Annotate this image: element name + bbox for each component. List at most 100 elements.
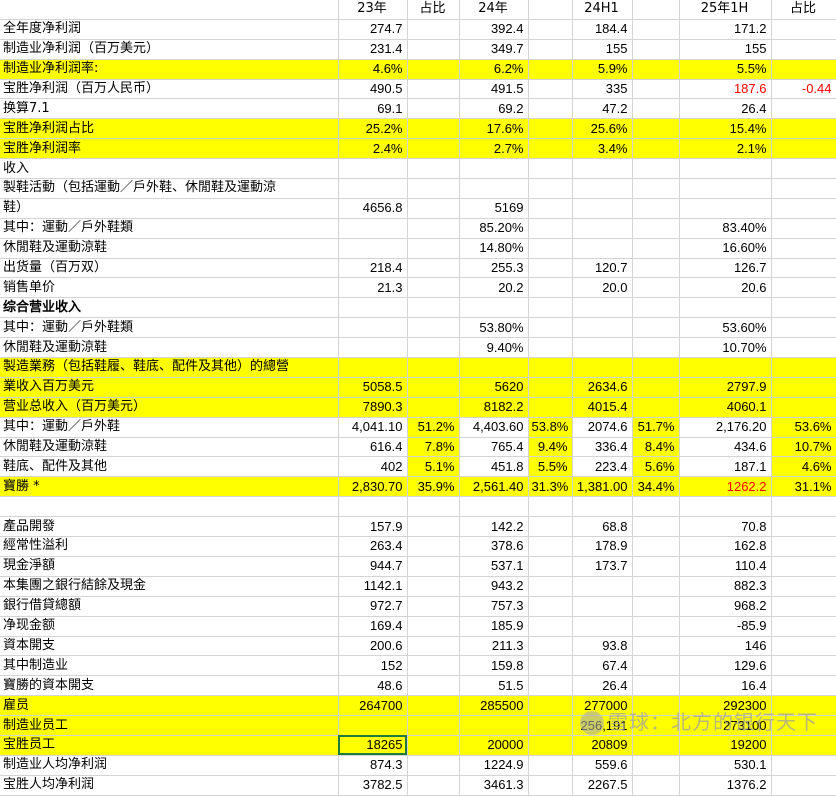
- data-cell[interactable]: [338, 337, 408, 359]
- data-cell[interactable]: 616.4: [338, 437, 408, 458]
- row-label-cell[interactable]: 换算7.1: [0, 98, 339, 120]
- row-label-cell[interactable]: 制造业人均净利润: [0, 755, 339, 776]
- data-cell[interactable]: 757.3: [459, 596, 529, 617]
- data-cell[interactable]: 53.60%: [679, 317, 772, 339]
- header-cell[interactable]: 24H1: [572, 0, 633, 20]
- data-cell[interactable]: 2,830.70: [338, 476, 408, 498]
- data-cell[interactable]: 4656.8: [338, 198, 408, 219]
- data-cell[interactable]: [407, 556, 460, 577]
- data-cell[interactable]: 173.7: [572, 556, 633, 577]
- data-cell[interactable]: [407, 775, 460, 796]
- data-cell[interactable]: 264700: [338, 695, 408, 717]
- data-cell[interactable]: -0.44: [771, 79, 836, 100]
- data-cell[interactable]: [632, 138, 680, 160]
- data-cell[interactable]: [632, 277, 680, 299]
- row-label-cell[interactable]: 本集團之銀行結餘及現金: [0, 576, 339, 597]
- data-cell[interactable]: [407, 317, 460, 339]
- data-cell[interactable]: 20000: [459, 735, 529, 756]
- data-cell[interactable]: [407, 118, 460, 140]
- data-cell[interactable]: [771, 397, 836, 418]
- data-cell[interactable]: [572, 576, 633, 597]
- data-cell[interactable]: 2,561.40: [459, 476, 529, 498]
- data-cell[interactable]: 169.4: [338, 616, 408, 637]
- data-cell[interactable]: 255.3: [459, 258, 529, 279]
- data-cell[interactable]: 20.6: [679, 277, 772, 299]
- data-cell[interactable]: 274.7: [338, 19, 408, 40]
- data-cell[interactable]: 9.4%: [528, 437, 573, 458]
- data-cell[interactable]: [338, 178, 408, 199]
- data-cell[interactable]: [407, 675, 460, 697]
- data-cell[interactable]: 2.7%: [459, 138, 529, 160]
- data-cell[interactable]: [528, 118, 573, 140]
- data-cell[interactable]: 146: [679, 636, 772, 657]
- data-cell[interactable]: [407, 178, 460, 199]
- data-cell[interactable]: 142.2: [459, 516, 529, 538]
- data-cell[interactable]: [632, 297, 680, 319]
- data-cell[interactable]: [632, 516, 680, 538]
- data-cell[interactable]: [528, 496, 573, 518]
- data-cell[interactable]: [632, 317, 680, 339]
- data-cell[interactable]: [528, 616, 573, 637]
- data-cell[interactable]: 392.4: [459, 19, 529, 40]
- data-cell[interactable]: 67.4: [572, 655, 633, 677]
- row-label-cell[interactable]: 資本開支: [0, 636, 339, 657]
- data-cell[interactable]: [459, 496, 529, 518]
- data-cell[interactable]: [459, 178, 529, 199]
- data-cell[interactable]: 110.4: [679, 556, 772, 577]
- data-cell[interactable]: 31.3%: [528, 476, 573, 498]
- data-cell[interactable]: 7890.3: [338, 397, 408, 418]
- data-cell[interactable]: 31.1%: [771, 476, 836, 498]
- data-cell[interactable]: [338, 496, 408, 518]
- data-cell[interactable]: [338, 317, 408, 339]
- data-cell[interactable]: [632, 178, 680, 199]
- data-cell[interactable]: [771, 337, 836, 359]
- data-cell[interactable]: 335: [572, 79, 633, 100]
- data-cell[interactable]: [771, 138, 836, 160]
- row-label-cell[interactable]: 其中：運動／戶外鞋類: [0, 218, 339, 239]
- data-cell[interactable]: 5.6%: [632, 456, 680, 478]
- header-cell[interactable]: [528, 0, 573, 20]
- data-cell[interactable]: 336.4: [572, 437, 633, 458]
- data-cell[interactable]: 4,403.60: [459, 417, 529, 438]
- data-cell[interactable]: [528, 178, 573, 199]
- data-cell[interactable]: 10.7%: [771, 437, 836, 458]
- data-cell[interactable]: [407, 636, 460, 657]
- data-cell[interactable]: [632, 158, 680, 180]
- data-cell[interactable]: [528, 755, 573, 776]
- data-cell[interactable]: 15.4%: [679, 118, 772, 140]
- data-cell[interactable]: [528, 715, 573, 736]
- data-cell[interactable]: 25.2%: [338, 118, 408, 140]
- data-cell[interactable]: [407, 496, 460, 518]
- data-cell[interactable]: 93.8: [572, 636, 633, 657]
- data-cell[interactable]: 16.4: [679, 675, 772, 697]
- data-cell[interactable]: 157.9: [338, 516, 408, 538]
- data-cell[interactable]: [528, 596, 573, 617]
- data-cell[interactable]: 1224.9: [459, 755, 529, 776]
- data-cell[interactable]: [632, 536, 680, 557]
- row-label-cell[interactable]: 銀行借貸總額: [0, 596, 339, 617]
- data-cell[interactable]: 83.40%: [679, 218, 772, 239]
- data-cell[interactable]: 2.4%: [338, 138, 408, 160]
- data-cell[interactable]: [459, 158, 529, 180]
- data-cell[interactable]: [679, 357, 772, 378]
- data-cell[interactable]: 4015.4: [572, 397, 633, 418]
- data-cell[interactable]: 451.8: [459, 456, 529, 478]
- data-cell[interactable]: 185.9: [459, 616, 529, 637]
- data-cell[interactable]: [407, 277, 460, 299]
- data-cell[interactable]: 2074.6: [572, 417, 633, 438]
- data-cell[interactable]: 171.2: [679, 19, 772, 40]
- data-cell[interactable]: 491.5: [459, 79, 529, 100]
- data-cell[interactable]: 129.6: [679, 655, 772, 677]
- data-cell[interactable]: 51.2%: [407, 417, 460, 438]
- data-cell[interactable]: 1142.1: [338, 576, 408, 597]
- data-cell[interactable]: [632, 655, 680, 677]
- data-cell[interactable]: [407, 337, 460, 359]
- row-label-cell[interactable]: 营业总收入（百万美元）: [0, 397, 339, 418]
- data-cell[interactable]: 944.7: [338, 556, 408, 577]
- row-label-cell[interactable]: 制造业净利润率:: [0, 59, 339, 80]
- data-cell[interactable]: 874.3: [338, 755, 408, 776]
- data-cell[interactable]: [572, 178, 633, 199]
- data-cell[interactable]: [407, 516, 460, 538]
- data-cell[interactable]: [771, 317, 836, 339]
- data-cell[interactable]: [528, 258, 573, 279]
